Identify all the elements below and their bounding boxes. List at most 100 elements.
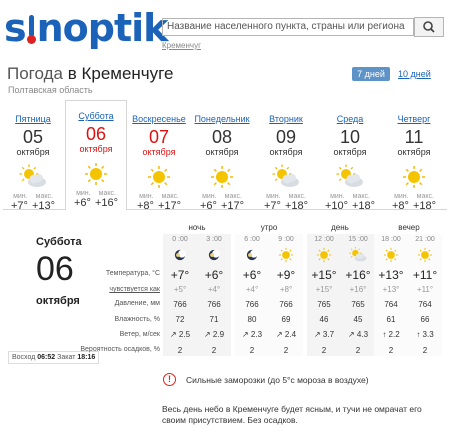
period-header: вечер <box>398 223 420 232</box>
day-month: октября <box>205 147 239 157</box>
partly-cloudy-icon <box>18 163 48 191</box>
search-input[interactable]: Название населенного пункта, страны или … <box>162 18 414 36</box>
recent-city-link[interactable]: Кременчуг <box>162 41 201 50</box>
clear-night-icon <box>242 246 262 264</box>
sun-icon <box>381 246 401 264</box>
day-name[interactable]: Понедельник <box>192 114 252 124</box>
day-date: 10 <box>339 127 361 147</box>
sinoptik-logo[interactable]: s noptik <box>4 8 168 48</box>
max-label: макс. <box>224 193 242 200</box>
day-card-3[interactable]: Воскресенье 07 октября мин. макс. +8° +17° <box>129 104 189 212</box>
day-card-4[interactable]: Понедельник 08 октября мин. макс. +6° +17° <box>192 104 252 212</box>
pressure-value: 765 <box>351 300 365 309</box>
temperature-value: +16° <box>345 268 371 282</box>
time-label: 9 :00 <box>278 236 294 243</box>
day-card-1[interactable]: Пятница 05 октября мин. макс. +7° +13° <box>3 104 63 212</box>
wind-value: ↗ 2.3 <box>241 330 263 339</box>
day-card-7[interactable]: Четверг 11 октября мин. макс. +8° +18° <box>384 104 444 212</box>
page-title: Погода в Кременчуге <box>7 64 174 83</box>
partly-cloudy-icon <box>335 163 365 191</box>
temperature-value: +7° <box>170 268 190 282</box>
min-label: мин. <box>330 193 345 200</box>
day-date: 05 <box>22 127 44 147</box>
day-month: октября <box>16 147 50 157</box>
day-date: 09 <box>275 127 297 147</box>
wind-value: ↗ 2.9 <box>203 330 225 339</box>
feels-like-value: +8° <box>279 285 293 294</box>
day-name[interactable]: Вторник <box>256 114 316 124</box>
day-name[interactable]: Суббота <box>66 111 126 121</box>
feels-like-value: +16° <box>349 285 367 294</box>
feels-like-value: +4° <box>207 285 221 294</box>
max-label: макс. <box>35 193 53 200</box>
day-name[interactable]: Пятница <box>3 114 63 124</box>
day-name[interactable]: Четверг <box>384 114 444 124</box>
max-label: макс. <box>416 193 434 200</box>
min-label: мин. <box>202 193 217 200</box>
tab-7-days[interactable]: 7 дней <box>352 67 390 81</box>
detail-day-name: Суббота <box>36 236 82 248</box>
day-card-6[interactable]: Среда 10 октября мин. макс. +10° +18° <box>320 104 380 212</box>
day-card-2[interactable]: Суббота 06 октября мин. макс. +6° +16° <box>65 100 127 210</box>
wind-arrow-icon: ↗ <box>275 330 283 339</box>
day-name[interactable]: Среда <box>320 114 380 124</box>
warning-icon: ! <box>163 373 176 386</box>
sun-icon <box>207 163 237 191</box>
wind-value: ↗ 4.3 <box>347 330 369 339</box>
wind-arrow-icon: ↗ <box>313 330 321 339</box>
precipitation-value: 2 <box>422 346 428 355</box>
tab-10-days[interactable]: 10 дней <box>398 67 431 81</box>
day-month: октября <box>333 147 367 157</box>
row-label: чувствуется как <box>109 286 160 293</box>
clear-night-icon <box>204 246 224 264</box>
day-name[interactable]: Воскресенье <box>129 114 189 124</box>
partly-cloudy-icon <box>348 246 368 264</box>
precipitation-value: 2 <box>321 346 327 355</box>
day-month: октября <box>397 147 431 157</box>
day-card-5[interactable]: Вторник 09 октября мин. макс. +7° +18° <box>256 104 316 212</box>
feels-like-value: +11° <box>416 285 434 294</box>
time-label: 6 :00 <box>244 236 260 243</box>
time-label: 3 :00 <box>206 236 222 243</box>
thermometer-icon <box>26 15 36 45</box>
time-label: 15 :00 <box>348 236 368 243</box>
wind-value: ↗ 3.7 <box>313 330 335 339</box>
humidity-value: 72 <box>175 315 185 324</box>
search-button[interactable] <box>414 17 444 37</box>
humidity-value: 80 <box>247 315 257 324</box>
time-label: 0 :00 <box>172 236 188 243</box>
day-month: октября <box>142 147 176 157</box>
min-label: мин. <box>76 190 91 197</box>
wind-arrow-icon: ↗ <box>203 330 211 339</box>
day-date: 07 <box>148 127 170 147</box>
feels-like-value: +4° <box>245 285 259 294</box>
region-label: Полтавская область <box>8 85 93 95</box>
min-temp: +6° <box>73 197 91 209</box>
period-header: день <box>331 223 349 232</box>
row-label: Ветер, м/сек <box>119 331 160 338</box>
partly-cloudy-icon <box>271 163 301 191</box>
humidity-value: 61 <box>386 315 396 324</box>
sun-icon <box>81 160 111 188</box>
time-label: 21 :00 <box>415 236 435 243</box>
temperature-value: +15° <box>311 268 337 282</box>
temperature-value: +6° <box>204 268 224 282</box>
time-label: 18 :00 <box>381 236 401 243</box>
time-label: 12 :00 <box>314 236 334 243</box>
humidity-value: 45 <box>353 315 363 324</box>
temperature-value: +9° <box>276 268 296 282</box>
pressure-value: 766 <box>207 300 221 309</box>
search-icon <box>423 21 435 33</box>
humidity-value: 69 <box>281 315 291 324</box>
day-description: Весь день небо в Кременчуге будет ясным,… <box>162 404 422 425</box>
day-date: 06 <box>85 124 107 144</box>
wind-value: ↑ 3.3 <box>416 330 434 339</box>
day-date: 08 <box>211 127 233 147</box>
humidity-value: 66 <box>420 315 430 324</box>
sun-icon <box>276 246 296 264</box>
precipitation-value: 2 <box>211 346 217 355</box>
precipitation-value: 2 <box>177 346 183 355</box>
period-header: ночь <box>188 223 206 232</box>
wind-arrow-icon: ↑ <box>382 330 387 339</box>
precipitation-value: 2 <box>388 346 394 355</box>
